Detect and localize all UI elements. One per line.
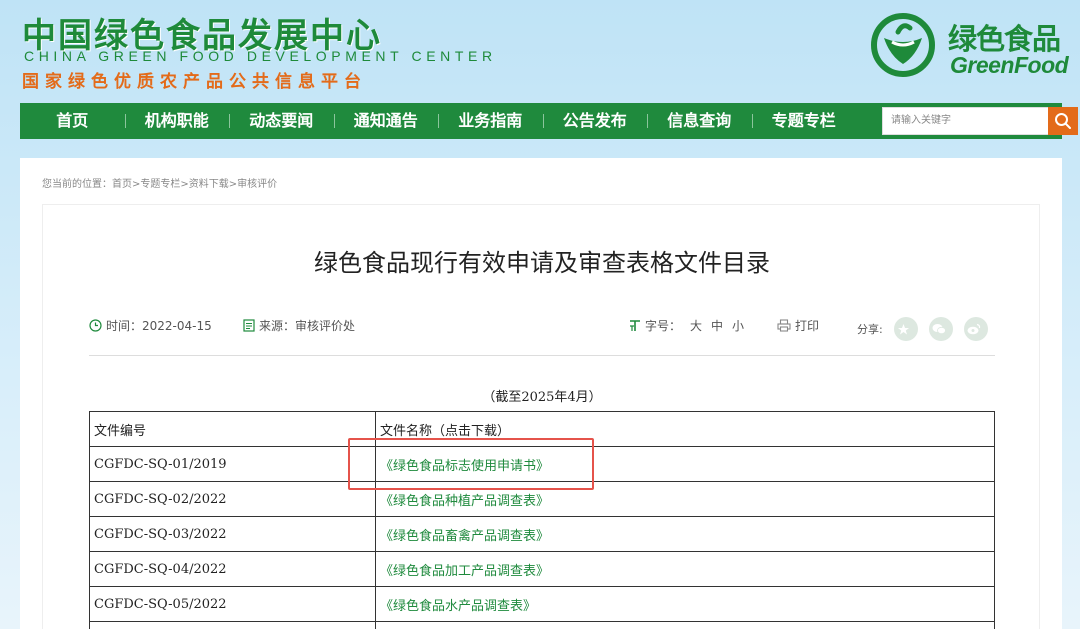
- nav-item-guide[interactable]: 业务指南: [438, 103, 543, 139]
- file-name-cell: 《绿色食品畜禽产品调查表》: [375, 516, 995, 552]
- share-weibo-button[interactable]: [963, 317, 988, 341]
- table-row: CGFDC-SQ-04/2022 《绿色食品加工产品调查表》: [89, 551, 995, 587]
- file-code: CGFDC-SQ-01/2019: [89, 446, 376, 482]
- nav-item-news[interactable]: 动态要闻: [229, 103, 334, 139]
- file-download-link[interactable]: 《绿色食品畜禽产品调查表》: [380, 529, 549, 544]
- article-container: 绿色食品现行有效申请及审查表格文件目录 时间：2022-04-15 来源：审核评…: [42, 204, 1040, 629]
- publish-time: 时间：2022-04-15: [89, 317, 212, 334]
- article-source: 来源：审核评价处: [243, 317, 355, 334]
- file-code: CGFDC-SQ-05/2022: [89, 586, 376, 622]
- font-size-large[interactable]: 大: [690, 317, 702, 334]
- article-meta: 时间：2022-04-15 来源：审核评价处 字号： 大 中 小 打印 分享:: [89, 317, 995, 341]
- cutoff-date-note: （截至2025年4月）: [482, 390, 602, 405]
- file-download-link[interactable]: 《绿色食品种植产品调查表》: [380, 494, 549, 509]
- font-size-label: 字号：: [645, 319, 682, 333]
- file-name-cell: 《绿色食品标志使用申请书》: [375, 446, 995, 482]
- main-nav: 首页 机构职能 动态要闻 通知通告 业务指南 公告发布 信息查询 专题专栏 请输…: [20, 103, 1078, 139]
- file-name-cell: [375, 621, 995, 629]
- file-code: CGFDC-SQ-03/2022: [89, 516, 376, 552]
- green-food-logo-icon: [871, 13, 935, 77]
- table-header-row: 文件编号 文件名称（点击下载）: [89, 411, 995, 447]
- document-icon: [243, 319, 255, 332]
- nav-item-notices[interactable]: 通知通告: [333, 103, 439, 139]
- star-icon: [898, 323, 910, 334]
- search-icon: [1055, 113, 1071, 129]
- file-list-table: 文件编号 文件名称（点击下载） CGFDC-SQ-01/2019 《绿色食品标志…: [89, 411, 995, 629]
- content-panel: 您当前的位置：首页>专题专栏>资料下载>审核评价 绿色食品现行有效申请及审查表格…: [20, 158, 1062, 629]
- site-subtitle: 国家绿色优质农产品公共信息平台: [22, 72, 367, 92]
- file-code: [89, 621, 376, 629]
- print-button[interactable]: 打印: [777, 317, 819, 334]
- file-name-cell: 《绿色食品加工产品调查表》: [375, 551, 995, 587]
- nav-item-query[interactable]: 信息查询: [647, 103, 752, 139]
- column-header-code: 文件编号: [89, 411, 376, 447]
- nav-item-home[interactable]: 首页: [20, 103, 125, 139]
- share-wechat-button[interactable]: [928, 317, 953, 341]
- file-name-cell: 《绿色食品种植产品调查表》: [375, 481, 995, 517]
- site-header: 中国绿色食品发展中心 CHINA GREEN FOOD DEVELOPMENT …: [0, 0, 1080, 100]
- font-size-control: 字号： 大 中 小: [629, 317, 744, 334]
- weibo-icon: [967, 323, 980, 335]
- file-download-link[interactable]: 《绿色食品加工产品调查表》: [380, 564, 549, 579]
- table-row: CGFDC-SQ-01/2019 《绿色食品标志使用申请书》: [89, 446, 995, 482]
- article-title: 绿色食品现行有效申请及审查表格文件目录: [314, 249, 770, 277]
- font-size-small[interactable]: 小: [732, 317, 744, 334]
- table-row: [89, 621, 995, 629]
- nav-item-topics[interactable]: 专题专栏: [751, 103, 857, 139]
- file-code: CGFDC-SQ-02/2022: [89, 481, 376, 517]
- clock-icon: [89, 319, 102, 332]
- file-code: CGFDC-SQ-04/2022: [89, 551, 376, 587]
- green-food-logo[interactable]: 绿色食品 GreenFood: [870, 12, 1070, 78]
- wechat-icon: [932, 324, 946, 335]
- print-icon: [777, 319, 791, 332]
- share-bar: 分享:: [857, 317, 988, 341]
- search-input[interactable]: 请输入关键字: [882, 107, 1050, 135]
- nav-item-functions[interactable]: 机构职能: [124, 103, 230, 139]
- print-label: 打印: [795, 319, 820, 333]
- meta-divider: [89, 355, 995, 356]
- breadcrumb: 您当前的位置：首页>专题专栏>资料下载>审核评价: [42, 179, 278, 190]
- share-label: 分享:: [857, 323, 883, 336]
- nav-item-announcements[interactable]: 公告发布: [542, 103, 648, 139]
- file-name-cell: 《绿色食品水产品调查表》: [375, 586, 995, 622]
- file-download-link[interactable]: 《绿色食品水产品调查表》: [380, 599, 536, 614]
- font-size-medium[interactable]: 中: [711, 317, 723, 334]
- article-source-text: 来源：审核评价处: [259, 319, 356, 333]
- column-header-name: 文件名称（点击下载）: [375, 411, 995, 447]
- site-title-english: CHINA GREEN FOOD DEVELOPMENT CENTER: [24, 48, 497, 64]
- table-row: CGFDC-SQ-03/2022 《绿色食品畜禽产品调查表》: [89, 516, 995, 552]
- logo-text-en: GreenFood: [950, 52, 1069, 78]
- share-qzone-button[interactable]: [893, 317, 918, 341]
- font-size-icon: [630, 320, 640, 331]
- table-row: CGFDC-SQ-05/2022 《绿色食品水产品调查表》: [89, 586, 995, 622]
- search-button[interactable]: [1048, 107, 1078, 135]
- publish-time-text: 时间：2022-04-15: [106, 319, 212, 333]
- file-download-link[interactable]: 《绿色食品标志使用申请书》: [380, 459, 549, 474]
- table-row: CGFDC-SQ-02/2022 《绿色食品种植产品调查表》: [89, 481, 995, 517]
